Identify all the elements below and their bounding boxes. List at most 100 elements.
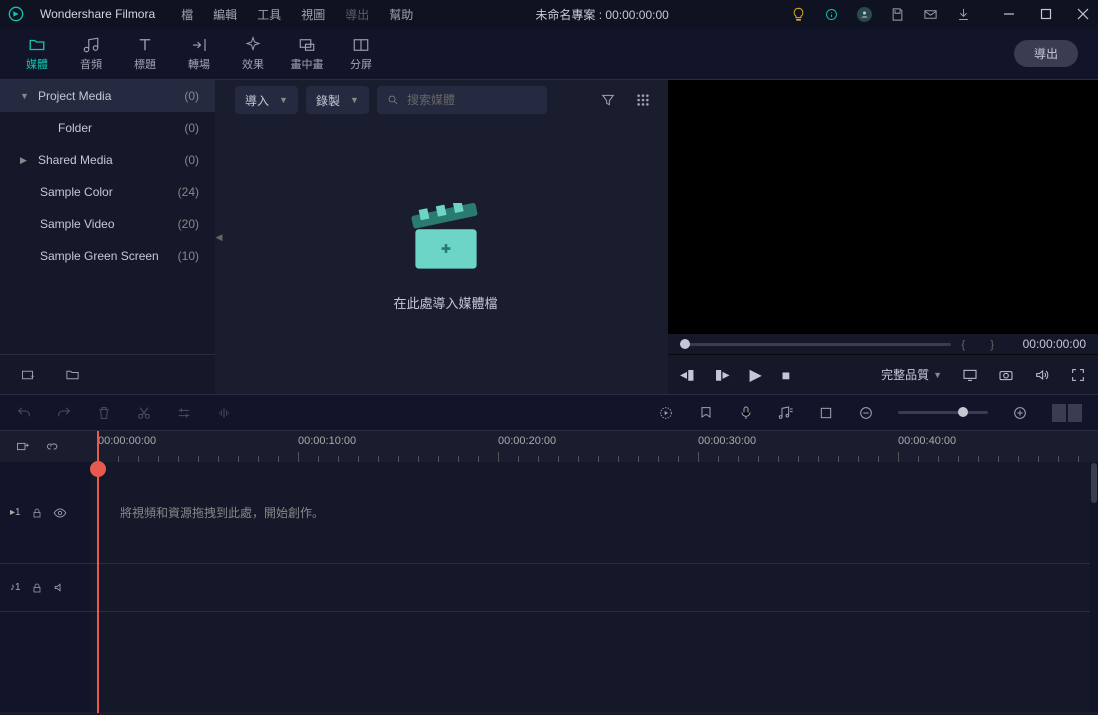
- redo-icon[interactable]: [56, 405, 72, 421]
- render-icon[interactable]: [658, 405, 674, 421]
- video-track[interactable]: 將視頻和資源拖拽到此處，開始創作。: [90, 462, 1098, 564]
- audio-track-header[interactable]: ♪1: [0, 564, 90, 612]
- menu-tools[interactable]: 工具: [257, 6, 281, 23]
- minimize-icon[interactable]: [1001, 7, 1016, 22]
- playhead-handle[interactable]: [90, 461, 106, 477]
- delete-icon[interactable]: [96, 405, 112, 421]
- menu-bar: 檔 編輯 工具 視圖 導出 幫助: [181, 6, 413, 23]
- add-track-icon[interactable]: [14, 439, 30, 455]
- fullscreen-icon[interactable]: [1070, 367, 1086, 383]
- quality-dropdown[interactable]: 完整品質▼: [881, 366, 942, 383]
- tool-effect[interactable]: 效果: [226, 36, 280, 72]
- menu-edit[interactable]: 編輯: [213, 6, 237, 23]
- zoom-in-icon[interactable]: [1012, 405, 1028, 421]
- play-icon[interactable]: ▶: [749, 365, 761, 385]
- search-input[interactable]: [407, 93, 537, 107]
- tool-media[interactable]: 媒體: [10, 36, 64, 72]
- zoom-out-icon[interactable]: [858, 405, 874, 421]
- tool-title[interactable]: 標題: [118, 36, 172, 72]
- zoom-slider[interactable]: [898, 411, 988, 414]
- timeline-ruler-row: 00:00:00:0000:00:10:0000:00:20:0000:00:3…: [0, 430, 1098, 462]
- timeline-ruler[interactable]: 00:00:00:0000:00:10:0000:00:20:0000:00:3…: [90, 431, 1098, 462]
- prev-frame-icon[interactable]: ◂▮: [680, 366, 695, 383]
- lock-icon[interactable]: [31, 582, 43, 594]
- scrubber-handle[interactable]: [680, 339, 690, 349]
- tool-pip[interactable]: 畫中畫: [280, 36, 334, 72]
- view-grid-icon[interactable]: [630, 93, 656, 107]
- preview-timecode: 00:00:00:00: [1008, 337, 1086, 351]
- zoom-handle[interactable]: [958, 407, 968, 417]
- new-folder-icon[interactable]: [65, 367, 80, 382]
- timeline-toolbar: [0, 394, 1098, 430]
- video-preview[interactable]: [668, 80, 1098, 334]
- sidebar-item-folder[interactable]: Folder (0): [0, 112, 215, 144]
- chevron-down-icon: ▼: [20, 91, 30, 101]
- video-track-header[interactable]: ▸1: [0, 462, 90, 564]
- stop-icon[interactable]: ■: [782, 367, 790, 383]
- chevron-right-icon: ▶: [20, 155, 30, 166]
- preview-scrubber[interactable]: [680, 343, 951, 346]
- eye-icon[interactable]: [53, 506, 67, 520]
- sidebar-collapse-handle[interactable]: ◀: [215, 80, 223, 394]
- filter-icon[interactable]: [594, 92, 622, 108]
- snapshot-icon[interactable]: [998, 367, 1014, 383]
- mark-braces: { }: [961, 338, 998, 351]
- menu-view[interactable]: 視圖: [301, 6, 325, 23]
- account-icon[interactable]: [857, 7, 872, 22]
- search-box[interactable]: [377, 86, 547, 114]
- support-icon[interactable]: [824, 7, 839, 22]
- adjust-icon[interactable]: [176, 405, 192, 421]
- tool-transition[interactable]: 轉場: [172, 36, 226, 72]
- cut-icon[interactable]: [136, 405, 152, 421]
- timeline-vscroll[interactable]: [1090, 462, 1098, 712]
- sidebar-item-sample-greenscreen[interactable]: Sample Green Screen (10): [0, 240, 215, 272]
- pip-icon: [298, 36, 316, 54]
- audio-track[interactable]: [90, 564, 1098, 612]
- app-name: Wondershare Filmora: [40, 7, 155, 21]
- volume-icon[interactable]: [1034, 367, 1050, 383]
- folder-icon: [28, 36, 46, 54]
- download-icon[interactable]: [956, 7, 971, 22]
- menu-export[interactable]: 導出: [345, 6, 369, 23]
- display-icon[interactable]: [962, 367, 978, 383]
- zoom-fit-icon[interactable]: [1052, 404, 1082, 422]
- speaker-icon[interactable]: [53, 581, 66, 594]
- music-icon: [82, 36, 100, 54]
- record-dropdown[interactable]: 錄製▼: [306, 86, 369, 114]
- mail-icon[interactable]: [923, 7, 938, 22]
- voiceover-icon[interactable]: [738, 405, 754, 421]
- audio-wave-icon[interactable]: [216, 405, 232, 421]
- track-type-icon: ♪1: [10, 582, 21, 593]
- export-button[interactable]: 導出: [1014, 40, 1078, 67]
- undo-icon[interactable]: [16, 405, 32, 421]
- tips-icon[interactable]: [791, 7, 806, 22]
- crop-icon[interactable]: [818, 405, 834, 421]
- playhead[interactable]: [97, 431, 99, 713]
- sidebar-item-sample-video[interactable]: Sample Video (20): [0, 208, 215, 240]
- track-hint: 將視頻和資源拖拽到此處，開始創作。: [120, 504, 324, 521]
- preview-panel: { } 00:00:00:00 ◂▮ ▮▸ ▶ ■ 完整品質▼: [668, 80, 1098, 394]
- sidebar-item-shared-media[interactable]: ▶ Shared Media (0): [0, 144, 215, 176]
- vscroll-thumb[interactable]: [1091, 463, 1097, 503]
- menu-file[interactable]: 檔: [181, 6, 193, 23]
- tool-audio[interactable]: 音頻: [64, 36, 118, 72]
- menu-help[interactable]: 幫助: [389, 6, 413, 23]
- tool-splitscreen[interactable]: 分屏: [334, 36, 388, 72]
- maximize-icon[interactable]: [1038, 7, 1053, 22]
- import-dropzone[interactable]: 在此處導入媒體檔: [223, 120, 668, 394]
- link-icon[interactable]: [44, 439, 60, 455]
- new-bin-icon[interactable]: [20, 367, 35, 382]
- next-frame-icon[interactable]: ▮▸: [715, 366, 730, 383]
- save-icon[interactable]: [890, 7, 905, 22]
- app-logo-icon: [8, 6, 24, 22]
- close-icon[interactable]: [1075, 7, 1090, 22]
- text-icon: [136, 36, 154, 54]
- sidebar-item-project-media[interactable]: ▼ Project Media (0): [0, 80, 215, 112]
- marker-icon[interactable]: [698, 405, 714, 421]
- import-dropdown[interactable]: 導入▼: [235, 86, 298, 114]
- grid-icon: [352, 36, 370, 54]
- timeline: ▸1 ♪1 將視頻和資源拖拽到此處，開始創作。: [0, 462, 1098, 712]
- audio-mix-icon[interactable]: [778, 405, 794, 421]
- sidebar-item-sample-color[interactable]: Sample Color (24): [0, 176, 215, 208]
- lock-icon[interactable]: [31, 507, 43, 519]
